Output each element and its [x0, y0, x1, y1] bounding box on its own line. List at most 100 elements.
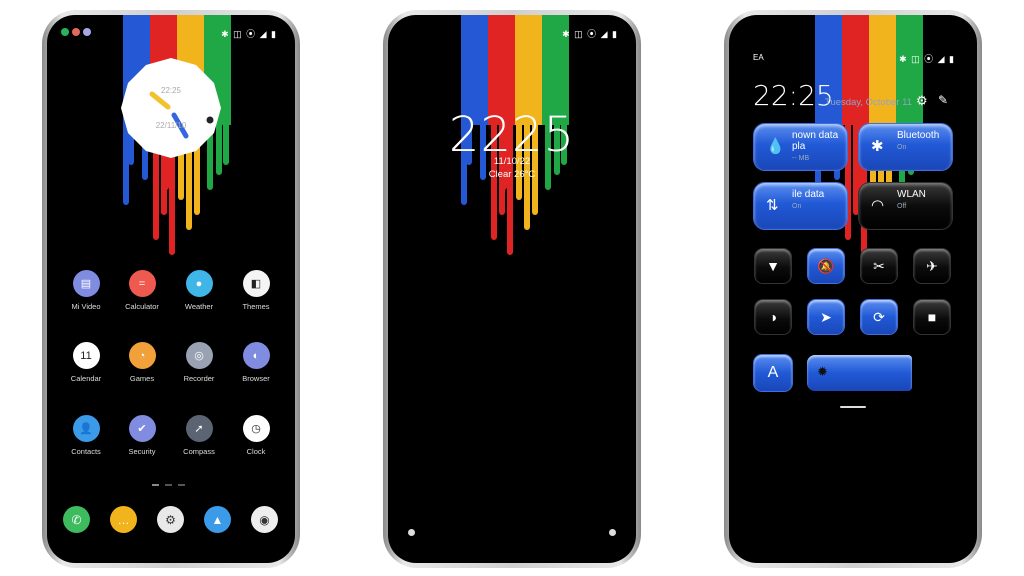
app-label: Recorder [183, 374, 215, 383]
toggle-airplane[interactable]: ✈ [914, 249, 950, 283]
app-games[interactable]: ◔ Games [114, 342, 170, 383]
toggle-screen-record[interactable]: ■ [914, 300, 950, 334]
app-browser[interactable]: ◐ Browser [228, 342, 284, 383]
flashlight-icon: ▼ [766, 258, 780, 274]
recorder-icon: ◎ [185, 342, 213, 369]
tile-status: On [792, 203, 802, 210]
dock-messages[interactable]: … [110, 506, 137, 533]
window-dots [61, 28, 91, 36]
wallpaper-drip [223, 115, 229, 165]
control-date: Tuesday, October 11 [825, 97, 912, 108]
tile-status: On [897, 144, 907, 151]
toggle-rotation-lock[interactable]: ⟳ [861, 300, 897, 334]
calendar-icon: 11 [72, 342, 100, 369]
app-label: Games [129, 374, 155, 383]
left-shortcut[interactable] [408, 529, 415, 536]
toggle-mute[interactable]: 🔕 [808, 249, 844, 283]
lock-date: 11/10/22 [493, 156, 531, 167]
browser-icon: ◐ [242, 342, 270, 369]
clapper-icon: ▤ [72, 270, 100, 297]
dock-camera[interactable]: ◉ [251, 506, 278, 533]
toggle-flashlight[interactable]: ▼ [755, 249, 791, 283]
auto-brightness-button[interactable]: A [754, 355, 792, 391]
rotation-lock-icon: ⟳ [873, 308, 885, 325]
contact-icon: 👤 [72, 415, 100, 442]
app-recorder[interactable]: ◎ Recorder [171, 342, 227, 383]
screen-record-icon: ■ [927, 309, 937, 325]
status-icons: ✱ ◫ ⦿ ◢ ▮ [562, 29, 618, 39]
tile-status: -- MB [792, 155, 810, 162]
lock-time: 2225 [448, 107, 576, 163]
right-shortcut[interactable] [609, 529, 616, 536]
phone-home-screen: ✱ ◫ ⦿ ◢ ▮ 22:25 22/11/10 ▤ Mi Video = Calcu… [42, 10, 300, 568]
dock-settings[interactable]: ⚙ [157, 506, 184, 533]
app-compass[interactable]: ➚ Compass [171, 415, 227, 456]
tile-title: WLAN [897, 189, 926, 200]
camera-icon: ◉ [259, 512, 270, 527]
app-contacts[interactable]: 👤 Contacts [58, 415, 114, 456]
sun-icon: ● [185, 270, 213, 297]
app-clock[interactable]: ◷ Clock [228, 415, 284, 456]
app-label: Mi Video [71, 302, 101, 311]
app-calculator[interactable]: = Calculator [114, 270, 170, 311]
tile-title: Bluetooth [897, 130, 940, 141]
airplane-icon: ✈ [926, 257, 938, 274]
edit-icon[interactable]: ✎ [938, 93, 948, 107]
app-label: Security [128, 447, 156, 456]
themes-icon: ◧ [242, 270, 270, 297]
app-label: Weather [184, 302, 214, 311]
phone-icon: ✆ [71, 512, 82, 527]
app-security[interactable]: ✔ Security [114, 415, 170, 456]
tile-mobile-data[interactable]: ⇅ ile data On [754, 183, 847, 229]
settings-icon[interactable]: ⚙ [916, 93, 928, 109]
app-label: Calculator [125, 302, 159, 311]
home-screen: ✱ ◫ ⦿ ◢ ▮ 22:25 22/11/10 ▤ Mi Video = Calcu… [47, 15, 295, 563]
app-label: Compass [183, 447, 215, 456]
toggle-dark-mode[interactable]: ◑ [755, 300, 791, 334]
carrier-label: EA [753, 53, 764, 62]
tile-title: ile data [792, 189, 825, 200]
toggle-location[interactable]: ➤ [808, 300, 844, 334]
screenshot-icon: ✂ [873, 257, 885, 274]
tile-wifi[interactable]: ◠ WLAN Off [859, 183, 952, 229]
phone-lock-screen: ✱ ◫ ⦿ ◢ ▮ 2225 11/10/22 Clear 26°C [383, 10, 641, 568]
location-icon: ➤ [820, 308, 832, 325]
app-mi-video[interactable]: ▤ Mi Video [58, 270, 114, 311]
tile-bluetooth[interactable]: ✱ Bluetooth On [859, 124, 952, 170]
brightness-slider[interactable]: ✹ [807, 355, 953, 391]
games-icon: ◔ [128, 342, 156, 369]
widget-date: 22/11/10 [155, 121, 187, 130]
tile-title: nown data pla [792, 130, 839, 152]
wallpaper-stripe [869, 15, 896, 125]
messages-icon: … [117, 512, 130, 527]
wifi-icon: ◠ [871, 197, 885, 214]
app-weather[interactable]: ● Weather [171, 270, 227, 311]
tile-status: Off [897, 203, 907, 210]
shield-icon: ✔ [128, 415, 156, 442]
mute-icon: 🔕 [817, 257, 835, 274]
dark-mode-icon: ◑ [768, 309, 778, 325]
bluetooth-icon: ✱ [871, 138, 884, 155]
home-indicator[interactable] [840, 406, 866, 408]
page-indicator [152, 484, 185, 486]
brightness-fill: ✹ [807, 355, 913, 391]
auto-brightness-icon: A [767, 364, 779, 381]
drop-icon: 💧 [766, 138, 785, 155]
status-icons: ✱ ◫ ⦿ ◢ ▮ [899, 54, 955, 64]
calculator-icon: = [128, 270, 156, 297]
app-label: Calendar [70, 374, 102, 383]
sun-icon: ✹ [817, 364, 828, 379]
tile-drop[interactable]: 💧 nown data pla -- MB [754, 124, 847, 170]
app-calendar[interactable]: 11 Calendar [58, 342, 114, 383]
analog-clock-widget[interactable]: 22:25 22/11/10 [120, 57, 222, 159]
compass-icon: ➚ [185, 415, 213, 442]
clock-icon: ◷ [242, 415, 270, 442]
settings-icon: ⚙ [165, 512, 176, 527]
app-themes[interactable]: ◧ Themes [228, 270, 284, 311]
lock-weather: Clear 26°C [488, 169, 536, 180]
dock-phone[interactable]: ✆ [63, 506, 90, 533]
dock-gallery[interactable]: ▲ [204, 506, 231, 533]
toggle-screenshot[interactable]: ✂ [861, 249, 897, 283]
app-label: Clock [246, 447, 266, 456]
widget-time: 22:25 [160, 86, 182, 95]
